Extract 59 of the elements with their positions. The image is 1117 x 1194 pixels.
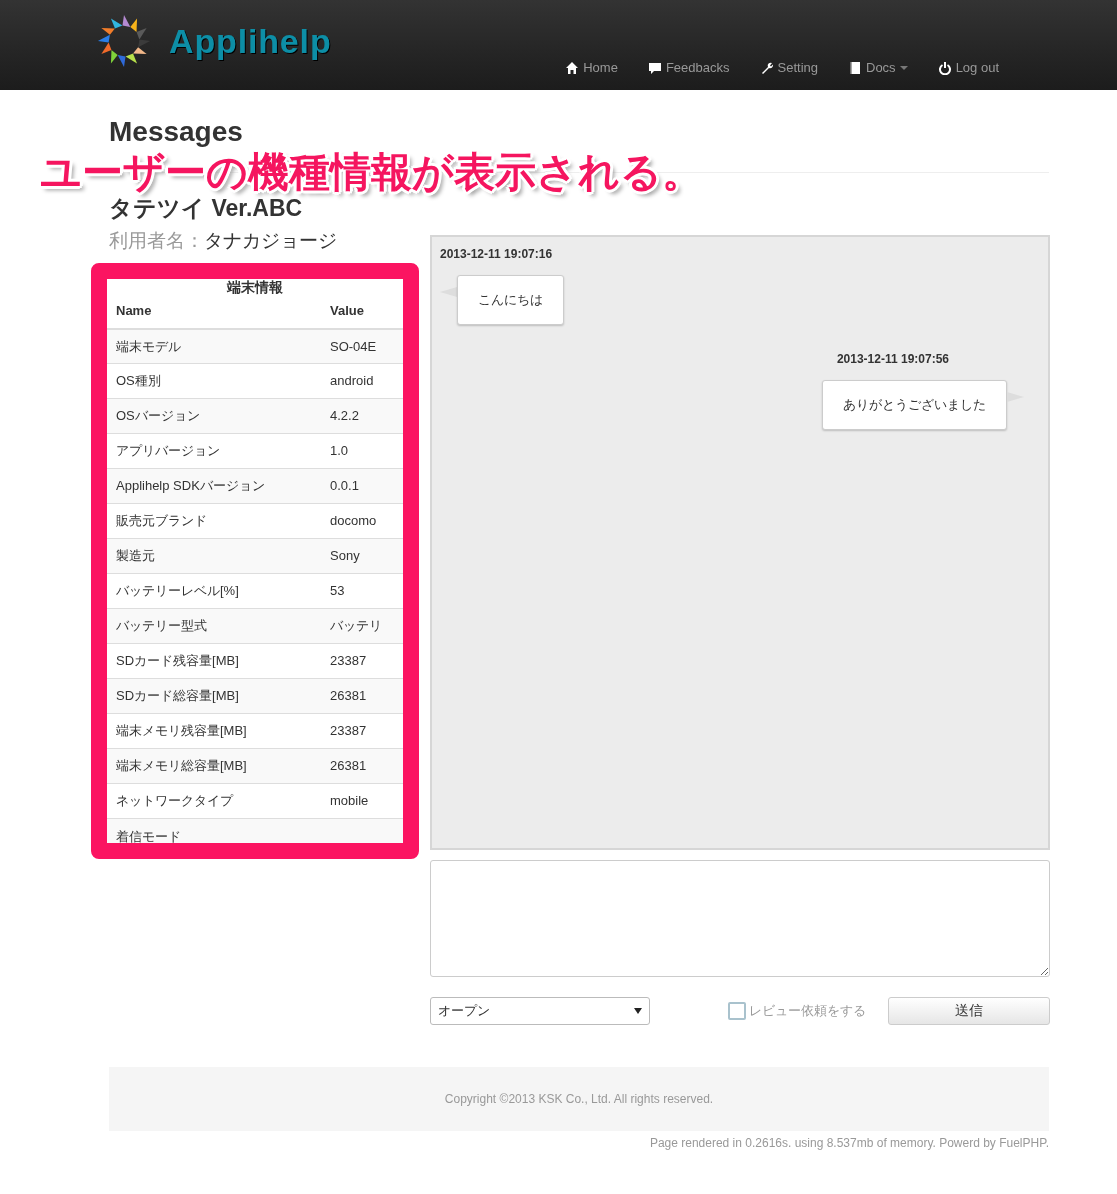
page-title: Messages (109, 116, 244, 148)
table-title: 端末情報 (227, 278, 283, 295)
table-cell: 23387 (321, 713, 403, 749)
message-bubble: ありがとうございました (822, 379, 1007, 430)
nav-link[interactable]: Home (565, 58, 618, 78)
table-cell: 端末モデル (107, 328, 321, 364)
table-cell: 0.0.1 (321, 468, 403, 504)
table-cell: 着信モード (107, 818, 321, 843)
comment-icon (647, 60, 662, 75)
app-name: タテツイ Ver.ABC (109, 195, 304, 221)
table-cell: 53 (321, 573, 403, 609)
table-cell: バッテリー型式 (107, 608, 321, 644)
table-cell: バッテリーレベル[%] (107, 573, 321, 609)
message-time: 2013-12-11 19:07:56 (836, 350, 949, 368)
message-input[interactable] (430, 859, 1050, 977)
book-icon (848, 60, 862, 75)
power-icon (937, 60, 952, 75)
table-cell: docomo (321, 503, 403, 539)
message-bubble: こんにちは (457, 274, 564, 325)
table-cell: Sony (321, 538, 403, 574)
table-cell: アプリバージョン (107, 433, 321, 469)
user-name: タナカジョージ (204, 229, 337, 253)
column-header: Value (321, 294, 403, 329)
table-cell: Applihelp SDKバージョン (107, 468, 321, 504)
send-button[interactable]: 送信 (888, 996, 1050, 1025)
render-info: Page rendered in 0.2616s. using 8.537mb of memory. Powerd by FuelPHP. (649, 1134, 1049, 1152)
review-checkbox[interactable] (728, 1001, 746, 1020)
table-cell: バッテリ (321, 608, 403, 644)
table-cell: SDカード残容量[MB] (107, 643, 321, 679)
table-cell: ネットワークタイプ (107, 783, 321, 819)
nav-link[interactable]: Feedbacks (647, 58, 730, 78)
table-cell: 販売元ブランド (107, 503, 321, 539)
table-cell: OSバージョン (107, 398, 321, 434)
table-cell: 端末メモリ残容量[MB] (107, 713, 321, 749)
home-icon (565, 60, 580, 75)
table-cell: OS種別 (107, 363, 321, 399)
nav-link[interactable]: Log out (937, 58, 999, 78)
annotation-caption: ユーザーの機種情報が表示される。 (40, 152, 703, 193)
brand-logo[interactable]: Applihelp (169, 24, 332, 58)
review-label[interactable]: レビュー依頼をする (749, 1000, 866, 1021)
user-label: 利用者名： (109, 229, 204, 253)
column-header: Name (107, 294, 321, 329)
status-dropdown[interactable]: オープン (430, 996, 650, 1025)
nav-link[interactable]: Setting (759, 58, 818, 78)
copyright-text: Copyright ©2013 KSK Co., Ltd. All rights reserved. (444, 1090, 714, 1108)
table-cell: SO-04E (321, 328, 403, 364)
table-cell: 4.2.2 (321, 398, 403, 434)
table-cell: 1.0 (321, 433, 403, 469)
nav-link[interactable]: Docs (848, 58, 908, 78)
table-cell: 26381 (321, 678, 403, 714)
table-cell: mobile (321, 783, 403, 819)
table-cell: 23387 (321, 643, 403, 679)
table-cell: SDカード総容量[MB] (107, 678, 321, 714)
table-cell: 端末メモリ総容量[MB] (107, 748, 321, 784)
table-cell: 製造元 (107, 538, 321, 574)
caret-icon (634, 1007, 642, 1014)
table-cell: android (321, 363, 403, 399)
message-time: 2013-12-11 19:07:16 (440, 245, 553, 263)
table-cell: 26381 (321, 748, 403, 784)
